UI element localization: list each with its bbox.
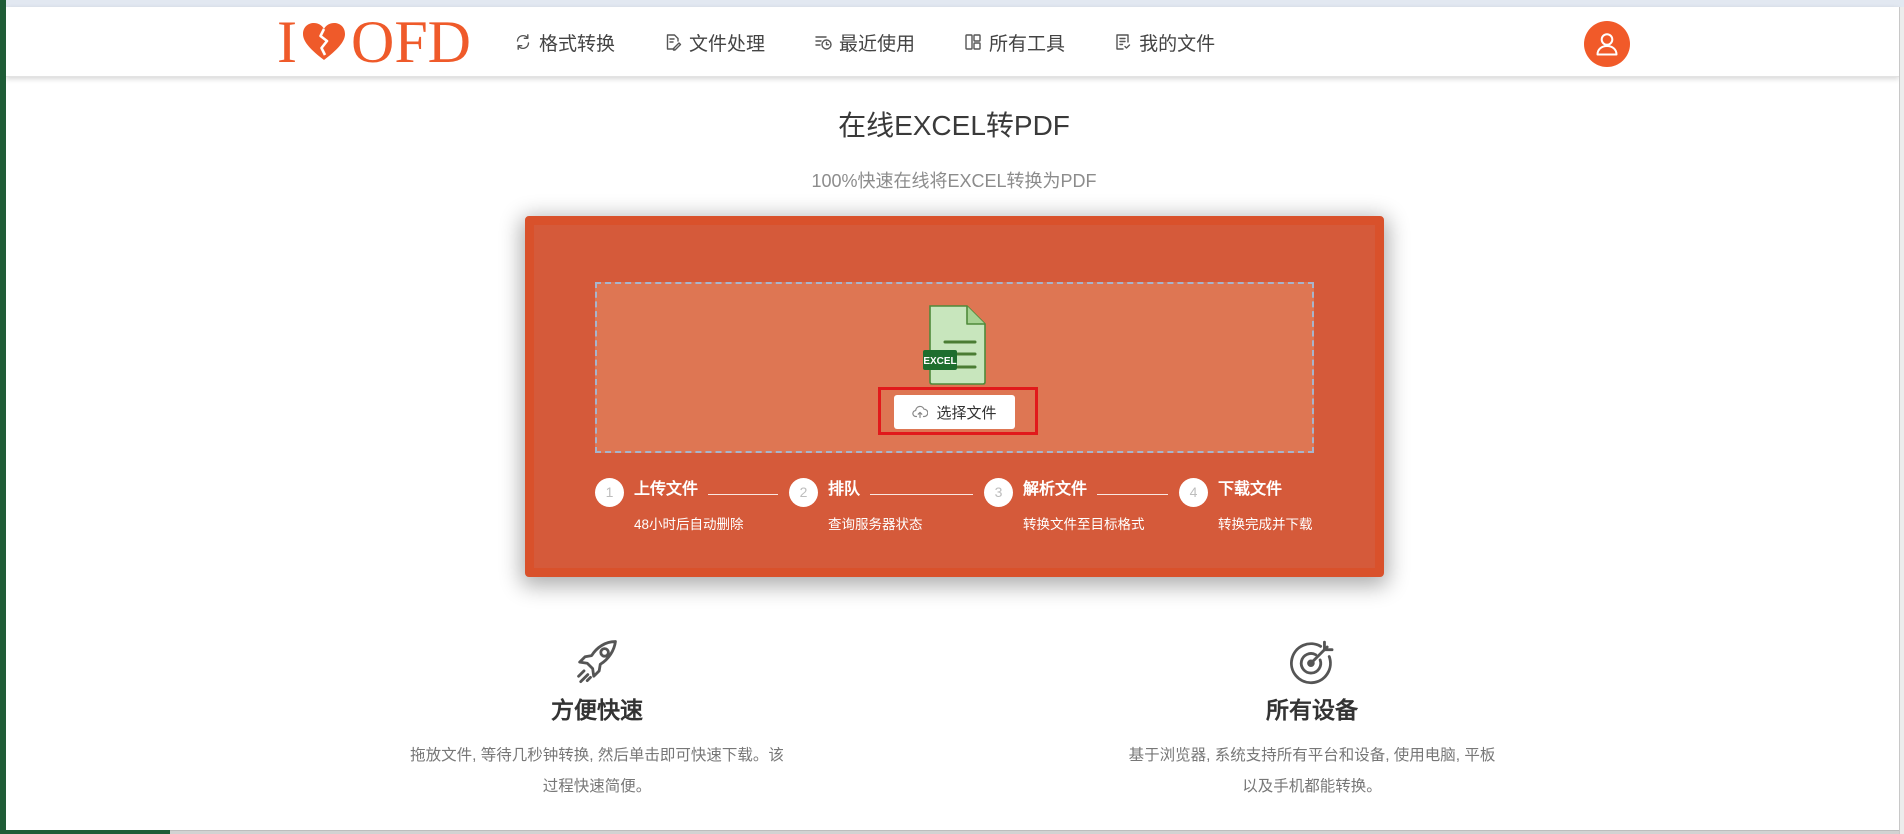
nav-label: 所有工具: [989, 33, 1066, 55]
feature-desc-line: 以及手机都能转换。: [1242, 778, 1382, 795]
recent-clock-icon: [814, 33, 832, 51]
my-files-icon: [1114, 33, 1132, 51]
step-upload: 1 上传文件 48小时后自动删除: [595, 478, 789, 538]
step-head: 上传文件: [634, 478, 778, 502]
broken-heart-icon: [302, 23, 345, 60]
window-top-edge: [0, 0, 1904, 7]
step-parse: 3 解析文件 转换文件至目标格式: [984, 478, 1179, 538]
convert-icon: [514, 33, 532, 51]
feature-all-devices: 所有设备 基于浏览器, 系统支持所有平台和设备, 使用电脑, 平板 以及手机都能…: [1102, 634, 1522, 804]
step-connector: [708, 493, 778, 495]
step-head: 排队: [828, 478, 973, 502]
feature-desc-line: 过程快速简便。: [542, 778, 652, 795]
logo-text-right: OFD: [350, 9, 472, 75]
select-file-label: 选择文件: [936, 404, 997, 422]
step-title: 上传文件: [634, 481, 699, 498]
step-title: 排队: [828, 481, 861, 498]
upload-panel: EXCEL 选择文件 1 上传文件 48小时后自动删除 2 排队 查询服务器状态…: [525, 216, 1384, 577]
logo-text-left: I: [277, 9, 297, 75]
taskbar-edge: [0, 830, 170, 834]
feature-title: 方便快速: [551, 697, 643, 723]
step-connector: [870, 493, 973, 495]
select-file-button[interactable]: 选择文件: [894, 395, 1015, 429]
target-icon: [1286, 634, 1338, 686]
window-left-edge: [0, 0, 6, 834]
step-head: 解析文件: [1023, 478, 1168, 502]
step-title: 下载文件: [1218, 481, 1283, 498]
step-title: 解析文件: [1023, 481, 1088, 498]
window-bottom-edge: [6, 830, 1899, 834]
feature-fast: 方便快速 拖放文件, 等待几秒钟转换, 然后单击即可快速下载。该 过程快速简便。: [387, 634, 807, 804]
window-right-edge: [1899, 7, 1904, 834]
excel-file-icon: EXCEL: [923, 304, 987, 386]
cloud-upload-icon: [912, 405, 929, 419]
step-desc: 转换完成并下载: [1218, 517, 1313, 532]
step-head: 下载文件: [1218, 478, 1364, 502]
step-desc: 查询服务器状态: [828, 517, 923, 532]
user-avatar-button[interactable]: [1584, 21, 1630, 67]
step-number: 4: [1179, 478, 1208, 507]
step-connector: [1097, 493, 1168, 495]
file-type-label: EXCEL: [923, 356, 956, 367]
feature-desc-line: 拖放文件, 等待几秒钟转换, 然后单击即可快速下载。该: [410, 747, 784, 764]
nav-item-my-files[interactable]: 我的文件: [1114, 29, 1215, 56]
file-edit-icon: [664, 33, 682, 51]
nav-item-format-convert[interactable]: 格式转换: [514, 29, 615, 56]
feature-title: 所有设备: [1266, 697, 1358, 723]
nav-item-file-processing[interactable]: 文件处理: [664, 29, 765, 56]
tools-grid-icon: [964, 33, 982, 51]
step-number: 2: [789, 478, 818, 507]
user-icon: [1596, 33, 1618, 56]
site-header: I OFD 格式转换 文件处理 最近使用 所有工具 我的文件: [6, 7, 1899, 77]
site-logo[interactable]: I OFD: [277, 7, 471, 77]
nav-label: 格式转换: [539, 33, 616, 55]
feature-desc-line: 基于浏览器, 系统支持所有平台和设备, 使用电脑, 平板: [1128, 747, 1496, 764]
step-queue: 2 排队 查询服务器状态: [789, 478, 984, 538]
nav-label: 文件处理: [689, 33, 766, 55]
step-number: 3: [984, 478, 1013, 507]
nav-item-recent[interactable]: 最近使用: [814, 29, 915, 56]
nav-label: 我的文件: [1139, 33, 1216, 55]
nav-item-all-tools[interactable]: 所有工具: [964, 29, 1065, 56]
step-desc: 转换文件至目标格式: [1023, 517, 1145, 532]
step-number: 1: [595, 478, 624, 507]
rocket-icon: [571, 634, 623, 686]
step-desc: 48小时后自动删除: [634, 517, 744, 532]
page-title: 在线EXCEL转PDF: [838, 110, 1070, 141]
main-nav: 格式转换 文件处理 最近使用 所有工具 我的文件: [514, 7, 1215, 77]
feature-desc: 基于浏览器, 系统支持所有平台和设备, 使用电脑, 平板 以及手机都能转换。: [1102, 740, 1522, 802]
feature-desc: 拖放文件, 等待几秒钟转换, 然后单击即可快速下载。该 过程快速简便。: [387, 740, 807, 802]
step-download: 4 下载文件 转换完成并下载: [1179, 478, 1375, 538]
nav-label: 最近使用: [839, 33, 916, 55]
page-subtitle: 100%快速在线将EXCEL转换为PDF: [811, 171, 1097, 191]
